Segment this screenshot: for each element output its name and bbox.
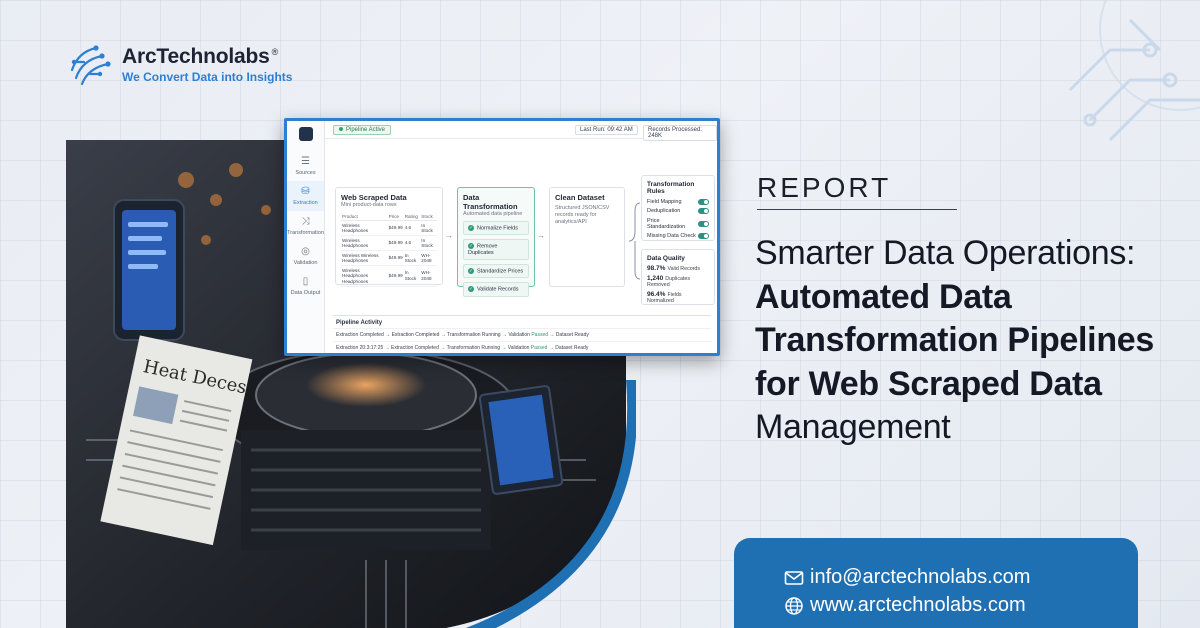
- pipeline-activity: Pipeline Activity Extraction Completed →…: [333, 315, 711, 353]
- table-row: Wireless Wireless Headphones $49.99 In Sto…: [341, 250, 437, 266]
- website-text: www.arctechnolabs.com: [810, 594, 1026, 616]
- data-quality-card: Data Quality 98.7% Valid Records 1,240 Dup…: [641, 249, 715, 305]
- mail-icon: [784, 570, 804, 585]
- card-subtitle: Automated data pipeline: [463, 211, 523, 217]
- rule-missing-data-check: Missing Data Check: [647, 233, 709, 239]
- column-header: Price: [387, 212, 404, 221]
- status-badge: Pipeline Active: [333, 125, 392, 135]
- nav-sources[interactable]: ☰ Sources: [287, 151, 324, 181]
- card-title: Web Scraped Data: [341, 193, 407, 202]
- column-header: Stock: [420, 212, 437, 221]
- transformation-rules-card: Transformation Rules Field Mapping Dedup…: [641, 175, 715, 241]
- card-title: Data Quality: [647, 255, 685, 262]
- file-icon: ▯: [302, 276, 309, 287]
- brand-tagline: We Convert Data into Insights: [122, 69, 293, 84]
- web-scraped-card: Web Scraped Data Mini product-data rows …: [335, 187, 443, 287]
- last-run-badge: Last Run: 09:42 AM: [575, 125, 638, 135]
- toggle-switch[interactable]: [698, 233, 709, 239]
- rule-field-mapping: Field Mapping: [647, 198, 709, 205]
- card-title: Data Transformation: [463, 193, 518, 211]
- card-title: Transformation Rules: [647, 181, 695, 195]
- email-text: info@arctechnolabs.com: [810, 566, 1031, 588]
- website-link[interactable]: www.arctechnolabs.com: [784, 594, 1026, 617]
- check-circle-icon: ◎: [301, 246, 310, 257]
- branch-connector: [628, 202, 641, 280]
- rule-price-standardization: Price Standardization: [647, 218, 709, 230]
- check-icon: ✓: [468, 267, 474, 274]
- records-badge: Records Processed: 248K: [643, 125, 717, 141]
- dashboard-logo-icon: [298, 127, 313, 141]
- step-validate-records: ✓ Validate Records: [463, 282, 529, 297]
- activity-row: Extraction Completed → Extraction Comple…: [333, 328, 711, 341]
- step-standardize-prices: ✓ Standardize Prices: [463, 263, 529, 279]
- email-link[interactable]: info@arctechnolabs.com: [784, 566, 1030, 589]
- dashboard-sidebar: ☰ Sources ⛁ Extraction ⤨ Transformation ◎ Va…: [287, 121, 325, 353]
- step-remove-duplicates: ✓ Remove Duplicates: [463, 239, 529, 260]
- check-icon: ✓: [468, 225, 474, 231]
- report-eyebrow: REPORT: [757, 172, 892, 203]
- check-icon: ✓: [468, 286, 474, 293]
- shuffle-icon: ⤨: [301, 216, 310, 227]
- flow-arrow-icon: →: [445, 231, 453, 240]
- toggle-switch[interactable]: [698, 208, 709, 214]
- rule-deduplication: Deduplication: [647, 208, 709, 214]
- scraped-table: Product Price Rating Stock Wireless Head…: [341, 212, 437, 287]
- circuit-decoration: [1068, 0, 1200, 142]
- page-title: Smarter Data Operations: Automated Data …: [755, 234, 1155, 446]
- brand-logo[interactable]: ArcTechnolabs ® We Convert Data into Insi…: [66, 40, 292, 88]
- data-transformation-card: Data Transformation Automated data pipel…: [457, 187, 535, 297]
- step-normalize: ✓ Normalize Fields: [463, 221, 529, 236]
- card-description: Structured JSON/CSV records ready for an…: [555, 205, 610, 225]
- nav-transformation[interactable]: ⤨ Transformation: [287, 211, 324, 241]
- card-title: Clean Dataset: [555, 193, 605, 202]
- column-header: Rating: [403, 212, 421, 221]
- clean-dataset-card: Clean Dataset Structured JSON/CSV record…: [549, 187, 625, 287]
- table-row: Wireless Headphones $49.99 4.6 In Stock: [341, 220, 437, 236]
- activity-row: Extraction 20:3:17:25 → Extraction Compl…: [333, 341, 711, 353]
- check-icon: ✓: [468, 243, 474, 250]
- eyebrow-divider: [757, 209, 957, 210]
- quality-duplicates-removed: 1,240 Duplicates Removed: [647, 275, 691, 288]
- brand-logo-icon: [70, 45, 111, 86]
- nav-data-output[interactable]: ▯ Data Output: [287, 271, 324, 301]
- toggle-switch[interactable]: [698, 220, 709, 227]
- nav-validation[interactable]: ◎ Validation: [287, 241, 324, 271]
- globe-icon: [785, 596, 803, 615]
- column-header: Product: [341, 212, 388, 221]
- status-dot-icon: [339, 127, 343, 132]
- brand-name: ArcTechnolabs ®: [122, 44, 278, 68]
- table-row: Wireless Headphones Headphones $49.99 In S…: [341, 265, 437, 287]
- flow-arrow-icon: →: [537, 231, 545, 240]
- contact-panel: info@arctechnolabs.com www.arctechnolabs…: [734, 538, 1138, 628]
- database-icon: ⛁: [301, 186, 310, 197]
- card-subtitle: Mini product-data rows: [341, 202, 397, 208]
- nav-extraction[interactable]: ⛁ Extraction: [287, 181, 324, 211]
- table-row: Wireless Headphones $49.99 4.6 In Stock: [341, 235, 437, 251]
- pipeline-dashboard: ☰ Sources ⛁ Extraction ⤨ Transformation ◎ Va…: [284, 118, 720, 356]
- activity-title: Pipeline Activity: [336, 320, 383, 326]
- quality-fields-normalized: 96.4% Fields Normalized: [647, 291, 682, 304]
- sliders-icon: ☰: [301, 156, 310, 167]
- quality-valid-records: 98.7% Valid Records: [647, 265, 701, 272]
- dashboard-topbar: Pipeline Active Last Run: 09:42 AM Recor…: [325, 121, 717, 141]
- toggle-switch[interactable]: [698, 198, 709, 205]
